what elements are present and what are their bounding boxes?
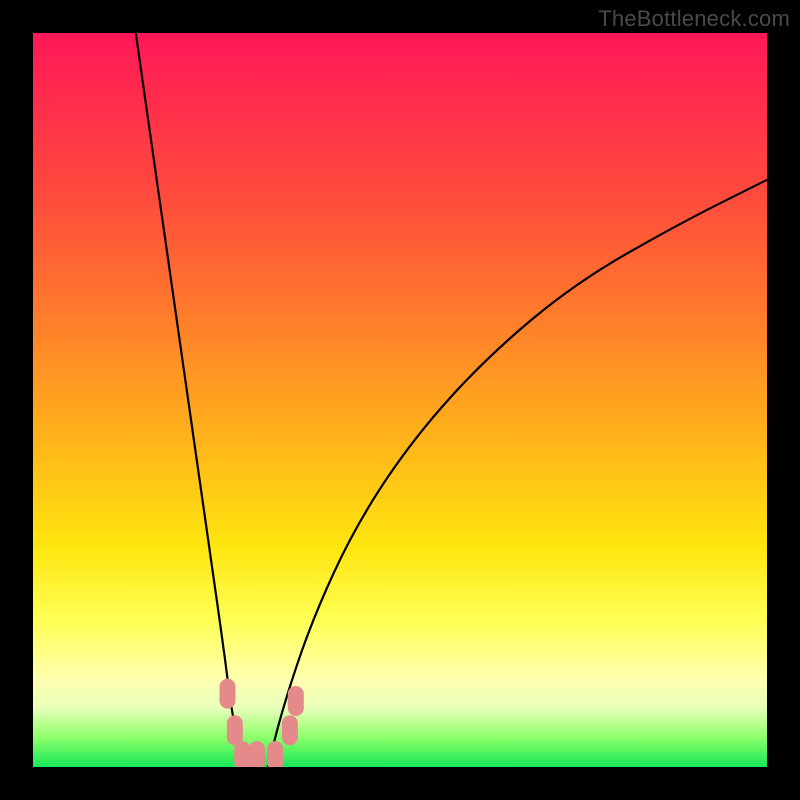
outer-frame: TheBottleneck.com xyxy=(0,0,800,800)
curve-left-branch xyxy=(136,33,242,767)
valley-markers xyxy=(220,679,304,767)
valley-marker xyxy=(234,741,250,767)
plot-area xyxy=(33,33,767,767)
valley-marker xyxy=(227,715,243,745)
watermark-text: TheBottleneck.com xyxy=(598,6,790,32)
valley-marker xyxy=(267,741,283,767)
valley-marker xyxy=(220,679,236,709)
valley-marker xyxy=(288,686,304,716)
valley-marker xyxy=(282,715,298,745)
curve-right-branch xyxy=(268,180,767,767)
valley-marker xyxy=(249,741,265,767)
chart-overlay xyxy=(33,33,767,767)
